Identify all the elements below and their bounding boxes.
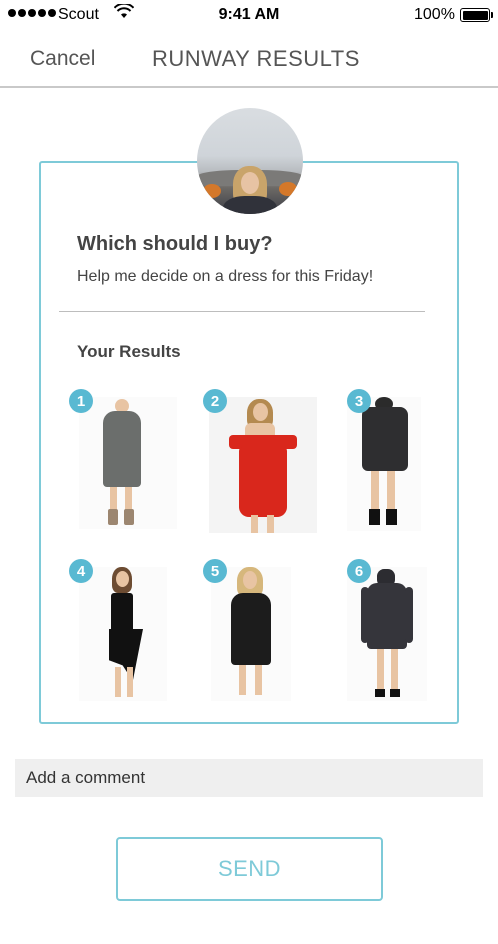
poll-description: Help me decide on a dress for this Frida… [77, 268, 374, 285]
dress-image [347, 567, 427, 701]
screen: Scout 9:41 AM 100% Cancel RUNWAY RESULTS… [0, 0, 498, 944]
dress-image [79, 567, 167, 701]
dress-image [79, 397, 177, 529]
rank-badge: 1 [69, 389, 93, 413]
result-item-1[interactable]: 1 [69, 389, 177, 529]
nav-bar: Cancel RUNWAY RESULTS [0, 30, 498, 88]
rank-badge: 5 [203, 559, 227, 583]
send-button[interactable]: SEND [116, 837, 383, 901]
battery-percent: 100% [414, 6, 455, 23]
result-item-2[interactable]: 2 [203, 389, 317, 533]
dress-image [347, 397, 421, 531]
cancel-button[interactable]: Cancel [30, 47, 95, 71]
page-title: RUNWAY RESULTS [152, 46, 360, 71]
rank-badge: 2 [203, 389, 227, 413]
rank-badge: 6 [347, 559, 371, 583]
rank-badge: 4 [69, 559, 93, 583]
result-item-4[interactable]: 4 [69, 559, 167, 701]
result-item-6[interactable]: 6 [347, 559, 427, 701]
divider [59, 311, 425, 312]
results-heading: Your Results [77, 342, 181, 361]
rank-badge: 3 [347, 389, 371, 413]
result-item-5[interactable]: 5 [203, 559, 291, 701]
dress-image [211, 567, 291, 701]
comment-input[interactable] [15, 759, 483, 797]
status-bar: Scout 9:41 AM 100% [0, 0, 498, 30]
avatar [197, 108, 303, 214]
dress-image [209, 397, 317, 533]
result-item-3[interactable]: 3 [347, 389, 421, 531]
poll-question: Which should I buy? [77, 233, 273, 255]
battery-icon [460, 8, 493, 22]
poll-card: Which should I buy? Help me decide on a … [39, 161, 459, 724]
